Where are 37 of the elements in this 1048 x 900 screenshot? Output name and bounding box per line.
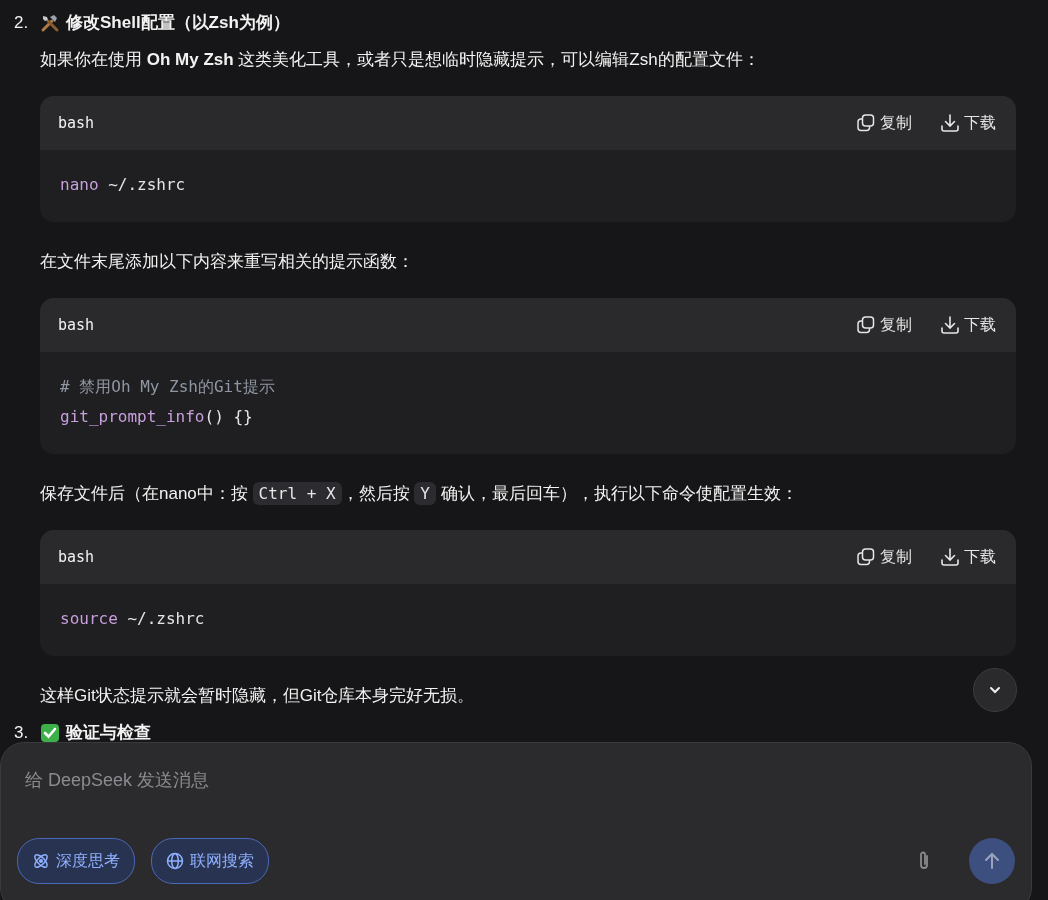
copy-icon — [856, 315, 876, 335]
arrow-up-icon — [982, 851, 1002, 871]
atom-icon — [32, 852, 50, 870]
copy-icon — [856, 547, 876, 567]
copy-button[interactable]: 复制 — [856, 313, 912, 337]
code-line: # 禁用Oh My Zsh的Git提示 — [60, 376, 276, 398]
toggle-button[interactable]: 联网搜索 — [151, 838, 269, 884]
code-line: nano ~/.zshrc — [60, 174, 187, 196]
section-heading: 修改Shell配置（以Zsh为例） — [66, 12, 290, 35]
toggle-button[interactable]: 深度思考 — [17, 838, 135, 884]
globe-icon — [166, 852, 184, 870]
message-input[interactable]: 给 DeepSeek 发送消息 — [17, 763, 1015, 798]
list-number: 3. — [14, 722, 30, 745]
code-line: source ~/.zshrc — [60, 608, 206, 630]
download-icon — [940, 315, 960, 335]
copy-button[interactable]: 复制 — [856, 545, 912, 569]
section-heading: 验证与检查 — [66, 722, 151, 745]
language-label: bash — [58, 314, 95, 336]
language-label: bash — [58, 546, 95, 568]
inline-code: Y — [414, 482, 436, 505]
download-button[interactable]: 下载 — [940, 545, 996, 569]
download-icon — [940, 547, 960, 567]
code-line: git_prompt_info() {} — [60, 406, 254, 428]
download-button[interactable]: 下载 — [940, 111, 996, 135]
checkmark-icon — [40, 723, 60, 743]
copy-icon — [856, 113, 876, 133]
paragraph: 保存文件后（在nano中：按 Ctrl + X ，然后按 Y 确认，最后回车），执行以下命令使配置生效： — [40, 481, 798, 507]
paragraph: 在文件末尾添加以下内容来重写相关的提示函数： — [40, 251, 414, 273]
paragraph: 这样Git状态提示就会暂时隐藏，但Git仓库本身完好无损。 — [40, 685, 475, 707]
download-button[interactable]: 下载 — [940, 313, 996, 337]
language-label: bash — [58, 112, 95, 134]
download-icon — [940, 113, 960, 133]
copy-button[interactable]: 复制 — [856, 111, 912, 135]
paragraph: 如果你在使用 Oh My Zsh 这类美化工具，或者只是想临时隐藏提示，可以编辑Zsh的配置文件： — [40, 49, 760, 71]
list-number: 2. — [14, 12, 30, 35]
tools-icon — [40, 13, 60, 33]
inline-code: Ctrl + X — [252, 482, 342, 505]
